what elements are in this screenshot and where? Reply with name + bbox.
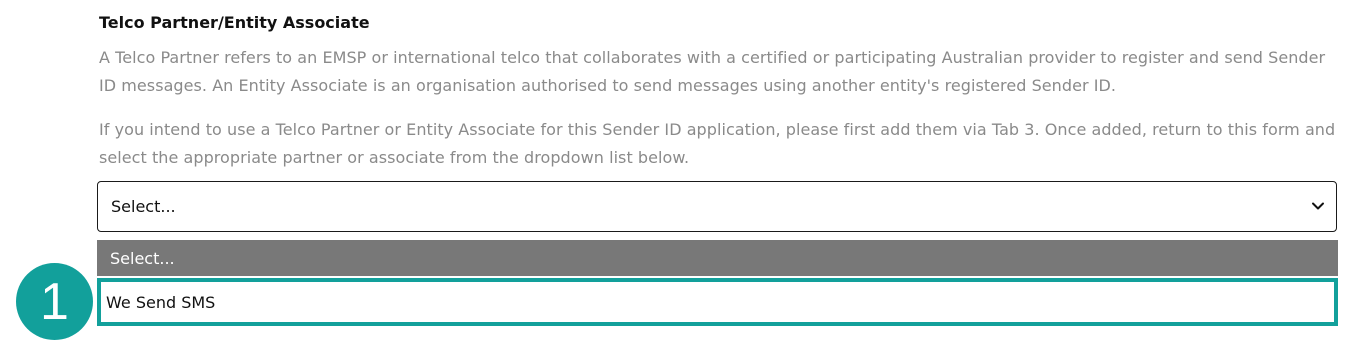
dropdown-option-select[interactable]: Select... — [97, 240, 1338, 276]
partner-select-value: Select... — [111, 197, 176, 216]
page: Telco Partner/Entity Associate A Telco P… — [0, 0, 1359, 352]
partner-select[interactable]: Select... — [97, 181, 1337, 232]
section-instructions: If you intend to use a Telco Partner or … — [99, 120, 1336, 167]
section-description: A Telco Partner refers to an EMSP or int… — [99, 48, 1326, 95]
chevron-down-icon — [1312, 202, 1324, 210]
dropdown-option-label: We Send SMS — [106, 292, 216, 312]
step-number-badge: 1 — [16, 263, 93, 340]
partner-dropdown-list: Select... We Send SMS — [97, 240, 1338, 326]
dropdown-option-we-send-sms[interactable]: We Send SMS — [97, 278, 1338, 326]
dropdown-option-label: Select... — [110, 248, 175, 268]
section-title: Telco Partner/Entity Associate — [99, 13, 370, 32]
